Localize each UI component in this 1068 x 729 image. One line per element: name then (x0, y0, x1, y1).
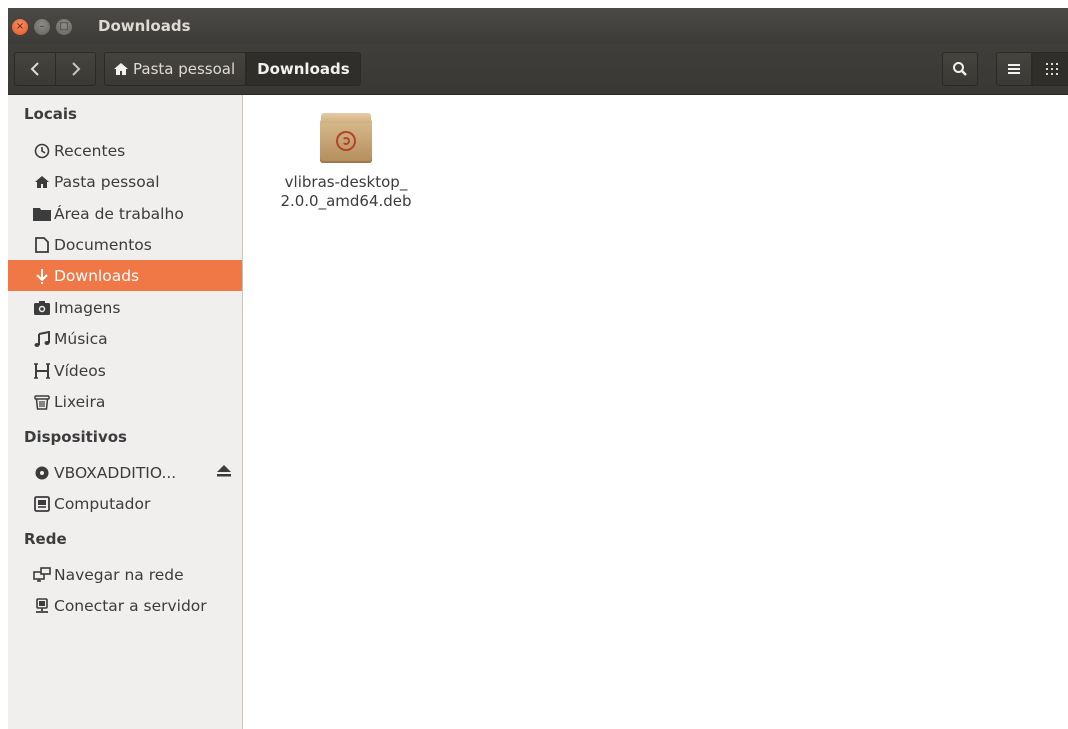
list-view-icon (1008, 64, 1020, 74)
computer-icon (33, 495, 51, 513)
breadcrumb-downloads[interactable]: Downloads (246, 52, 361, 86)
sidebar-item-label: Imagens (54, 298, 121, 317)
sidebar-item-area-de-trabalho[interactable]: Área de trabalho (8, 198, 242, 229)
grid-view-icon (1046, 63, 1058, 75)
chevron-left-icon (30, 62, 39, 76)
server-icon (33, 597, 51, 615)
sidebar-item-vboxadditions[interactable]: VBOXADDITIO... (8, 457, 242, 488)
maximize-window-button[interactable]: □ (56, 19, 72, 35)
breadcrumb-home-label: Pasta pessoal (133, 60, 236, 78)
document-icon (33, 236, 51, 254)
home-icon (33, 173, 51, 191)
sidebar-item-label: Vídeos (54, 361, 106, 380)
eject-icon[interactable] (216, 464, 232, 482)
grid-view-button[interactable] (1032, 52, 1068, 86)
close-window-button[interactable]: × (12, 19, 28, 35)
sidebar-item-musica[interactable]: Música (8, 323, 242, 354)
file-name: vlibras-desktop_ 2.0.0_amd64.deb (271, 173, 421, 211)
sidebar-item-computador[interactable]: Computador (8, 488, 242, 519)
list-view-button[interactable] (996, 52, 1032, 86)
music-icon (33, 330, 51, 348)
debian-package-icon (320, 113, 372, 163)
minimize-window-button[interactable]: – (34, 19, 50, 35)
download-icon (33, 267, 51, 285)
breadcrumb: Pasta pessoal Downloads (104, 52, 361, 86)
breadcrumb-home[interactable]: Pasta pessoal (104, 52, 247, 86)
sidebar-item-label: Área de trabalho (54, 204, 184, 223)
file-view[interactable]: vlibras-desktop_ 2.0.0_amd64.deb (243, 95, 1068, 729)
navigation-buttons (14, 52, 96, 86)
sidebar-item-label: Documentos (54, 235, 152, 254)
sidebar-item-downloads[interactable]: Downloads (8, 260, 242, 291)
disc-icon (33, 464, 51, 482)
sidebar: Locais Recentes Pasta pessoal Área de tr… (8, 95, 243, 729)
clock-icon (33, 142, 51, 160)
breadcrumb-downloads-label: Downloads (257, 60, 350, 78)
sidebar-item-label: VBOXADDITIO... (54, 463, 177, 482)
sidebar-item-documentos[interactable]: Documentos (8, 229, 242, 260)
trash-icon (33, 393, 51, 411)
minimize-icon: – (39, 21, 45, 32)
sidebar-item-label: Computador (54, 494, 151, 513)
home-icon (114, 63, 128, 75)
sidebar-item-pasta-pessoal[interactable]: Pasta pessoal (8, 166, 242, 197)
maximize-icon: □ (59, 21, 69, 32)
file-name-line-1: vlibras-desktop_ (284, 173, 408, 191)
section-rede: Rede (24, 530, 67, 548)
back-button[interactable] (15, 53, 56, 85)
search-button[interactable] (942, 52, 978, 86)
toolbar: Pasta pessoal Downloads (8, 44, 1068, 95)
sidebar-item-label: Lixeira (54, 392, 106, 411)
file-item[interactable]: vlibras-desktop_ 2.0.0_amd64.deb (271, 113, 421, 211)
film-icon (33, 362, 51, 380)
desktop-folder-icon (33, 205, 51, 223)
forward-button[interactable] (56, 53, 96, 85)
sidebar-item-recentes[interactable]: Recentes (8, 135, 242, 166)
sidebar-item-label: Música (54, 329, 108, 348)
sidebar-item-label: Navegar na rede (54, 565, 184, 584)
sidebar-item-imagens[interactable]: Imagens (8, 292, 242, 323)
section-locais: Locais (24, 105, 77, 123)
camera-icon (33, 299, 51, 317)
window-title: Downloads (98, 17, 191, 35)
sidebar-item-label: Downloads (54, 266, 140, 285)
sidebar-item-label: Recentes (54, 141, 126, 160)
sidebar-item-lixeira[interactable]: Lixeira (8, 386, 242, 417)
sidebar-item-label: Conectar a servidor (54, 596, 207, 615)
search-icon (953, 62, 967, 76)
close-icon: × (15, 21, 25, 32)
file-name-line-2: 2.0.0_amd64.deb (280, 192, 412, 210)
chevron-right-icon (72, 62, 81, 76)
file-manager-window: × – □ Downloads Pasta pessoal Downloads (8, 8, 1068, 729)
sidebar-item-conectar-a-servidor[interactable]: Conectar a servidor (8, 590, 242, 621)
section-dispositivos: Dispositivos (24, 428, 127, 446)
sidebar-item-navegar-na-rede[interactable]: Navegar na rede (8, 559, 242, 590)
network-icon (33, 566, 51, 584)
title-bar: × – □ Downloads (8, 8, 1068, 44)
sidebar-item-videos[interactable]: Vídeos (8, 355, 242, 386)
sidebar-item-label: Pasta pessoal (54, 172, 160, 191)
